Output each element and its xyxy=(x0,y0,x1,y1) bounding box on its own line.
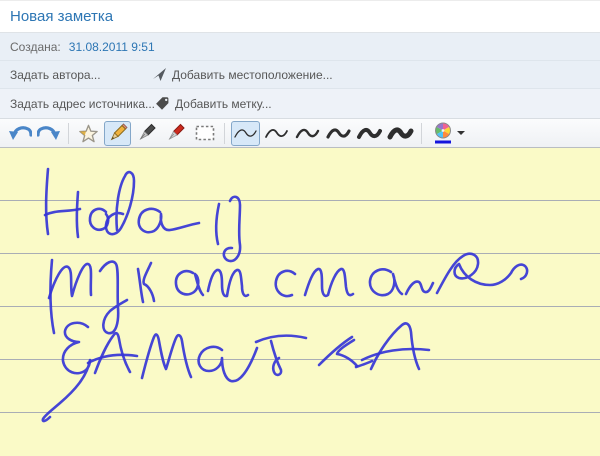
stroke-width-button[interactable] xyxy=(324,121,353,146)
add-tag-link[interactable]: Добавить метку... xyxy=(155,96,272,111)
note-editor-window: Новая заметка Создана: 31.08.2011 9:51 З… xyxy=(0,0,600,456)
pencil-tool-button[interactable] xyxy=(104,121,131,146)
set-author-link[interactable]: Задать автора... xyxy=(10,68,152,82)
stroke-width-button[interactable] xyxy=(355,121,384,146)
stroke-width-button[interactable] xyxy=(293,121,322,146)
note-title-row: Новая заметка xyxy=(0,1,600,33)
current-color-bar xyxy=(435,141,451,144)
handwriting-canvas[interactable] xyxy=(0,148,600,456)
redo-icon xyxy=(37,122,61,144)
marker-tool-button[interactable] xyxy=(162,121,189,146)
created-label: Создана: xyxy=(10,40,61,54)
toolbar-separator xyxy=(421,123,422,144)
add-location-label: Добавить местоположение... xyxy=(172,68,333,82)
toolbar-separator xyxy=(224,123,225,144)
favorite-pens-button[interactable] xyxy=(75,121,102,146)
handwriting-svg xyxy=(0,148,600,456)
selection-rectangle-icon xyxy=(193,121,217,145)
stroke-width-button[interactable] xyxy=(231,121,260,146)
ink-color-button[interactable] xyxy=(428,121,470,146)
ink-toolbar xyxy=(0,119,600,148)
author-row: Задать автора... Добавить местоположение… xyxy=(0,61,600,89)
fountain-pen-icon xyxy=(135,121,159,145)
created-date[interactable]: 31.08.2011 9:51 xyxy=(69,40,155,54)
add-location-link[interactable]: Добавить местоположение... xyxy=(152,67,333,82)
stroke-width-button[interactable] xyxy=(262,121,291,146)
pencil-icon xyxy=(106,121,130,145)
marker-icon xyxy=(164,121,188,145)
note-title[interactable]: Новая заметка xyxy=(10,8,113,25)
source-row: Задать адрес источника... Добавить метку… xyxy=(0,89,600,119)
undo-button[interactable] xyxy=(6,121,33,146)
add-tag-label: Добавить метку... xyxy=(175,97,272,111)
stroke-width-button[interactable] xyxy=(386,121,415,146)
created-row: Создана: 31.08.2011 9:51 xyxy=(0,33,600,61)
tag-icon xyxy=(155,96,170,111)
undo-icon xyxy=(8,122,32,144)
toolbar-separator xyxy=(68,123,69,144)
redo-button[interactable] xyxy=(35,121,62,146)
dropdown-caret-icon xyxy=(457,131,465,135)
location-arrow-icon xyxy=(152,67,167,82)
selection-tool-button[interactable] xyxy=(191,121,218,146)
color-wheel-icon xyxy=(433,122,453,144)
favorite-pens-icon xyxy=(77,122,100,145)
set-source-link[interactable]: Задать адрес источника... xyxy=(10,97,155,111)
fountain-pen-tool-button[interactable] xyxy=(133,121,160,146)
